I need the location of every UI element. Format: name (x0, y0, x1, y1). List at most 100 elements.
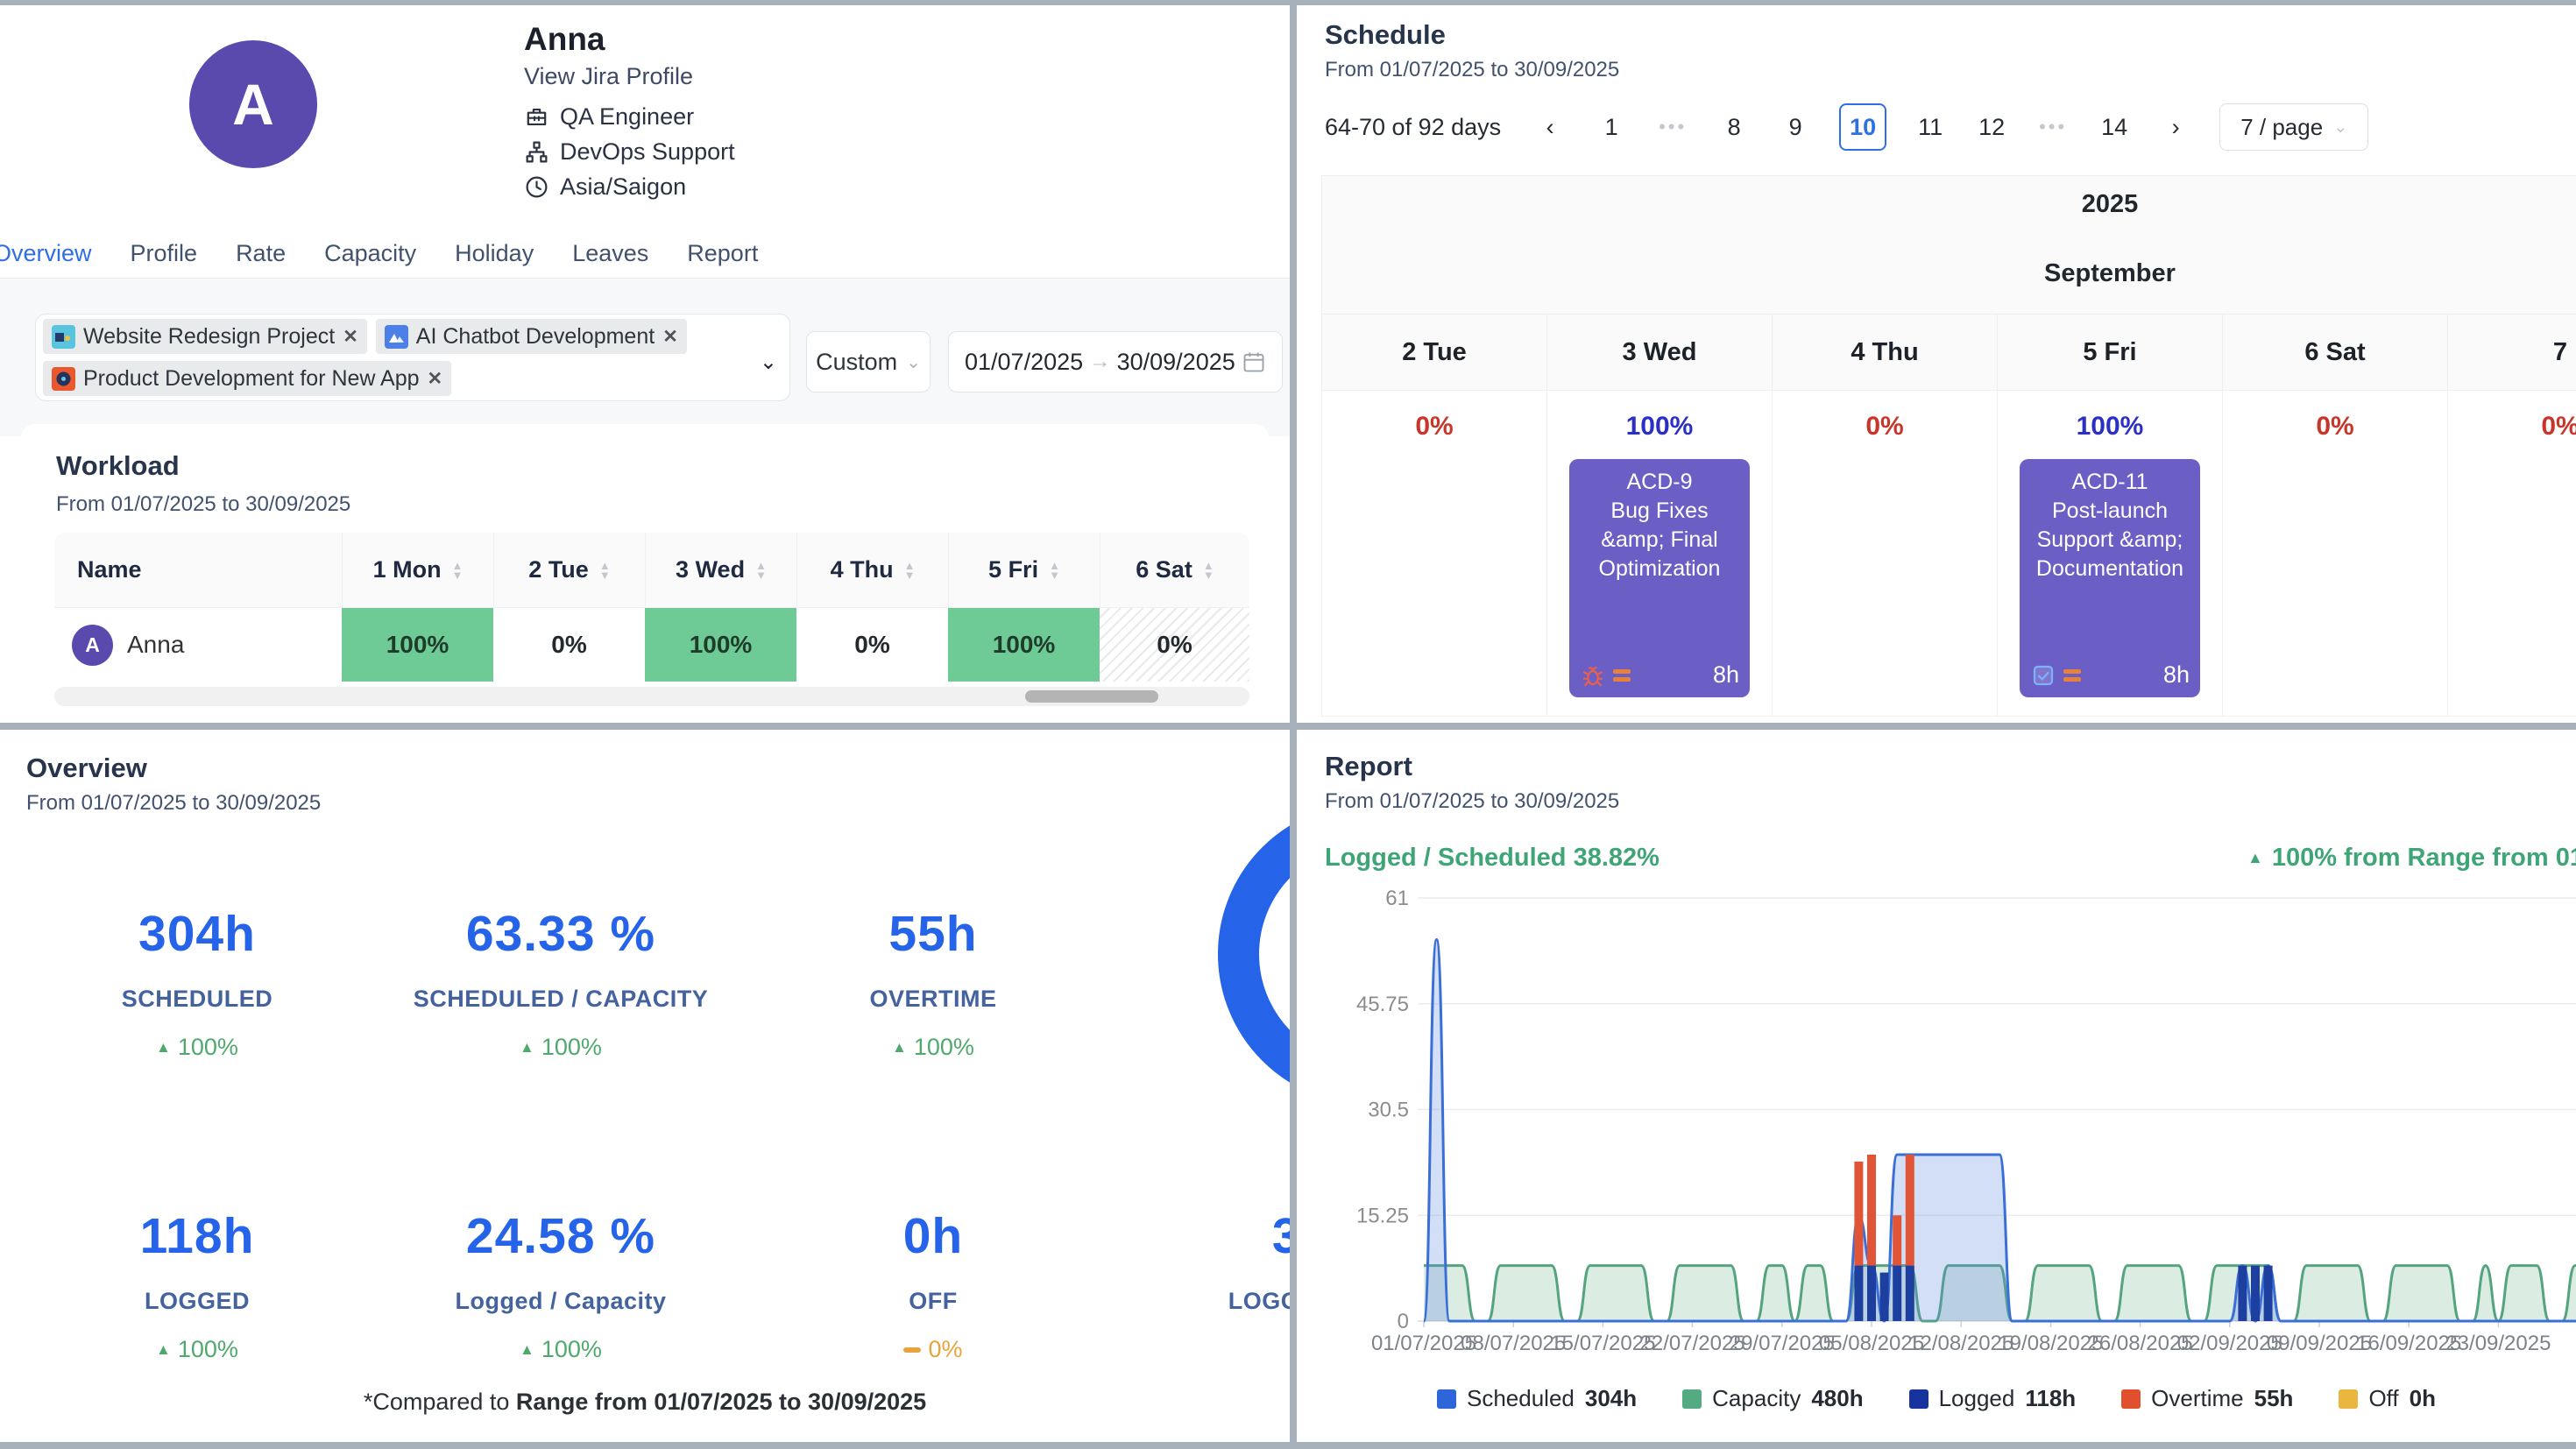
tab-overview[interactable]: Overview (0, 240, 92, 267)
svg-text:30.5: 30.5 (1368, 1099, 1409, 1122)
page-size-value: 7 / page (2240, 114, 2323, 141)
calendar-day-cell: 0% (2447, 391, 2576, 717)
calendar-year: 2025 (1321, 175, 2576, 233)
column-header-6-sat[interactable]: 6 Sat▲▼ (1100, 533, 1249, 607)
chart-legend: Scheduled304hCapacity480hLogged118hOvert… (1297, 1385, 2576, 1412)
column-header-4-thu[interactable]: 4 Thu▲▼ (796, 533, 948, 607)
stat-value: 63.33 % (372, 905, 749, 963)
pagination-ellipsis: ••• (1655, 103, 1690, 151)
view-jira-profile-link[interactable]: View Jira Profile (524, 63, 693, 90)
report-panel: Report From 01/07/2025 to 30/09/2025 Log… (1297, 730, 2576, 1442)
stat-value: 24.58 % (372, 1207, 749, 1265)
member-name: Anna (127, 631, 184, 659)
range-type-value: Custom (816, 349, 897, 376)
workload-cell: 100% (645, 608, 796, 682)
overview-title: Overview (26, 753, 147, 784)
sort-icon: ▲▼ (1049, 561, 1060, 580)
task-card-acd-11[interactable]: ACD-11Post-launch Support &amp; Document… (2020, 459, 2200, 697)
member-name-cell: A Anna (54, 608, 342, 682)
pagination-page-9[interactable]: 9 (1778, 103, 1813, 151)
pagination-prev[interactable]: ‹ (1532, 103, 1568, 151)
column-header-2-tue[interactable]: 2 Tue▲▼ (493, 533, 645, 607)
stat-label: Logged / Capacity (372, 1288, 749, 1315)
legend-value: 118h (2025, 1385, 2076, 1412)
resource-planning-dashboard: A Anna View Jira Profile QA EngineerDevO… (0, 0, 2576, 1449)
column-header-3-wed[interactable]: 3 Wed▲▼ (645, 533, 796, 607)
remove-chip-icon[interactable]: ✕ (662, 328, 678, 346)
avatar: A (72, 625, 113, 666)
tab-leaves[interactable]: Leaves (572, 240, 648, 267)
column-header-1-mon[interactable]: 1 Mon▲▼ (342, 533, 493, 607)
range-type-select[interactable]: Custom ⌄ (806, 331, 931, 392)
pagination-page-1[interactable]: 1 (1594, 103, 1629, 151)
horizontal-scrollbar[interactable] (54, 687, 1249, 706)
column-header-label: Name (77, 556, 142, 583)
stat-delta-value: 100% (178, 1034, 238, 1061)
legend-value: 480h (1811, 1385, 1863, 1412)
scrollbar-thumb[interactable] (1025, 690, 1158, 703)
profile-field-label: DevOps Support (560, 138, 735, 166)
workload-cell: 0% (796, 608, 948, 682)
pagination-page-14[interactable]: 14 (2097, 103, 2132, 151)
workload-subtitle: From 01/07/2025 to 30/09/2025 (56, 492, 350, 517)
end-date-value[interactable]: 30/09/2025 (1117, 349, 1235, 376)
stat-label: SCHEDULED / CAPACITY (372, 986, 749, 1013)
tab-profile[interactable]: Profile (131, 240, 198, 267)
project-chip[interactable]: Website Redesign Project✕ (43, 319, 367, 354)
pagination-next[interactable]: › (2158, 103, 2193, 151)
task-key: ACD-9 (1578, 470, 1741, 495)
legend-label: Capacity (1712, 1385, 1801, 1412)
tab-capacity[interactable]: Capacity (324, 240, 416, 267)
project-chip[interactable]: Product Development for New App✕ (43, 361, 451, 396)
start-date-value[interactable]: 01/07/2025 (965, 349, 1083, 376)
page-size-select[interactable]: 7 / page⌄ (2219, 103, 2368, 151)
column-header-5-fri[interactable]: 5 Fri▲▼ (948, 533, 1100, 607)
day-percent: 0% (1415, 412, 1453, 442)
profile-panel: A Anna View Jira Profile QA EngineerDevO… (0, 5, 1290, 723)
report-delta: ▲ 100% from Range from 01/07/2025 to (2247, 844, 2576, 873)
calendar-icon (1242, 350, 1266, 374)
stat-value: 304h (9, 905, 386, 963)
priority-medium-icon (1613, 669, 1631, 682)
column-header-label: 4 Thu (831, 556, 894, 583)
report-area-chart: 015.2530.545.756101/07/202508/07/202515/… (1349, 887, 2576, 1378)
date-range-picker[interactable]: 01/07/2025 → 30/09/2025 (948, 331, 1283, 392)
calendar-day-header: 3 Wed (1546, 314, 1772, 391)
remove-chip-icon[interactable]: ✕ (428, 370, 443, 388)
profile-name: Anna (524, 21, 605, 58)
stat-delta-value: 100% (541, 1336, 602, 1363)
pagination-page-10[interactable]: 10 (1839, 103, 1886, 151)
pagination-page-11[interactable]: 11 (1913, 103, 1948, 151)
trend-flat-icon (903, 1347, 921, 1353)
workload-cell: 100% (948, 608, 1100, 682)
stat-label: SCHEDULED (9, 986, 386, 1013)
stat-label: OFF (745, 1288, 1122, 1315)
tab-rate[interactable]: Rate (236, 240, 286, 267)
stat-delta-value: 100% (178, 1336, 238, 1363)
chevron-down-icon[interactable]: ⌄ (760, 350, 777, 375)
trend-up-icon: ▲ (2247, 849, 2263, 867)
project-chip[interactable]: AI Chatbot Development✕ (376, 319, 687, 354)
pagination-page-8[interactable]: 8 (1716, 103, 1752, 151)
sort-icon: ▲▼ (452, 561, 464, 580)
task-hours: 8h (1713, 661, 1739, 689)
pagination-page-12[interactable]: 12 (1974, 103, 2009, 151)
calendar-day-cell: 100%ACD-9Bug Fixes &amp; Final Optimizat… (1546, 391, 1772, 717)
stat-overtime: 55hOVERTIME▲100% (745, 905, 1122, 1061)
workload-card: Workload From 01/07/2025 to 30/09/2025 N… (21, 424, 1269, 723)
pagination-ellipsis: ••• (2035, 103, 2070, 151)
schedule-pagination: 64-70 of 92 days‹1•••89101112•••14›7 / p… (1325, 103, 2368, 151)
remove-chip-icon[interactable]: ✕ (343, 328, 358, 346)
project-filter-multiselect[interactable]: Website Redesign Project✕ ⌄ AI Chatbot De… (35, 314, 790, 401)
trend-up-icon: ▲ (156, 1341, 171, 1359)
workload-cell: 0% (1100, 608, 1249, 682)
task-card-acd-9[interactable]: ACD-9Bug Fixes &amp; Final Optimization8… (1569, 459, 1750, 697)
stat-logged: 118hLOGGED▲100% (9, 1207, 386, 1363)
tab-holiday[interactable]: Holiday (455, 240, 534, 267)
stat-logged-scheduled: 38.82 %LOGGED / SCHEDULED▲100% (1178, 1207, 1290, 1363)
legend-swatch (2121, 1389, 2141, 1409)
profile-fields: QA EngineerDevOps SupportAsia/Saigon (524, 103, 735, 201)
task-title: Post-launch Support &amp; Documentation (2028, 497, 2191, 583)
report-headline: Logged / Scheduled 38.82% (1325, 844, 1660, 873)
tab-report[interactable]: Report (687, 240, 758, 267)
